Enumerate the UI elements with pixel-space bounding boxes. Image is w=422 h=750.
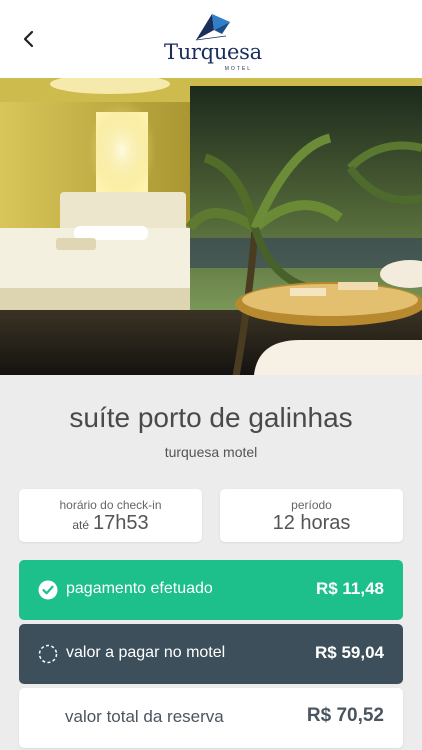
periodo-value: 12 horas	[272, 512, 351, 534]
total-label: valor total da reserva	[65, 707, 224, 726]
logo-subtitle: MOTEL	[224, 66, 252, 72]
motel-name: turquesa motel	[164, 444, 258, 460]
suite-title: suíte porto de galinhas	[69, 402, 353, 433]
total-amount: R$ 70,52	[306, 705, 384, 726]
app-header: Turquesa MOTEL	[0, 0, 422, 78]
payment-made-label: pagamento efetuado	[66, 580, 213, 597]
periodo-card: período 12 horas	[220, 489, 403, 542]
logo-wordmark: Turquesa	[164, 40, 262, 64]
checkin-time: 17h53	[93, 512, 149, 534]
amount-due-row: valor a pagar no motel R$ 59,04	[19, 624, 403, 684]
amount-due-value: R$ 59,04	[315, 643, 384, 662]
checkin-value-line: até 17h53	[19, 512, 202, 535]
total-row: valor total da reserva R$ 70,52	[19, 688, 403, 748]
chevron-left-icon	[23, 30, 34, 48]
back-button[interactable]	[14, 24, 44, 54]
periodo-label: período	[291, 498, 332, 512]
checkin-label: horário do check-in	[59, 498, 162, 512]
logo-mark-icon	[195, 14, 230, 41]
payment-made-row: pagamento efetuado R$ 11,48	[19, 560, 403, 620]
turquesa-logo: Turquesa MOTEL	[164, 10, 262, 72]
check-circle-icon	[38, 580, 58, 600]
checkin-card: horário do check-in até 17h53	[19, 489, 202, 542]
suite-photo	[0, 78, 422, 375]
suite-photo-image	[0, 78, 422, 375]
amount-due-label: valor a pagar no motel	[66, 644, 226, 661]
dashed-circle-icon	[38, 644, 58, 664]
checkin-prefix: até	[72, 518, 90, 532]
payment-made-amount: R$ 11,48	[315, 579, 384, 598]
